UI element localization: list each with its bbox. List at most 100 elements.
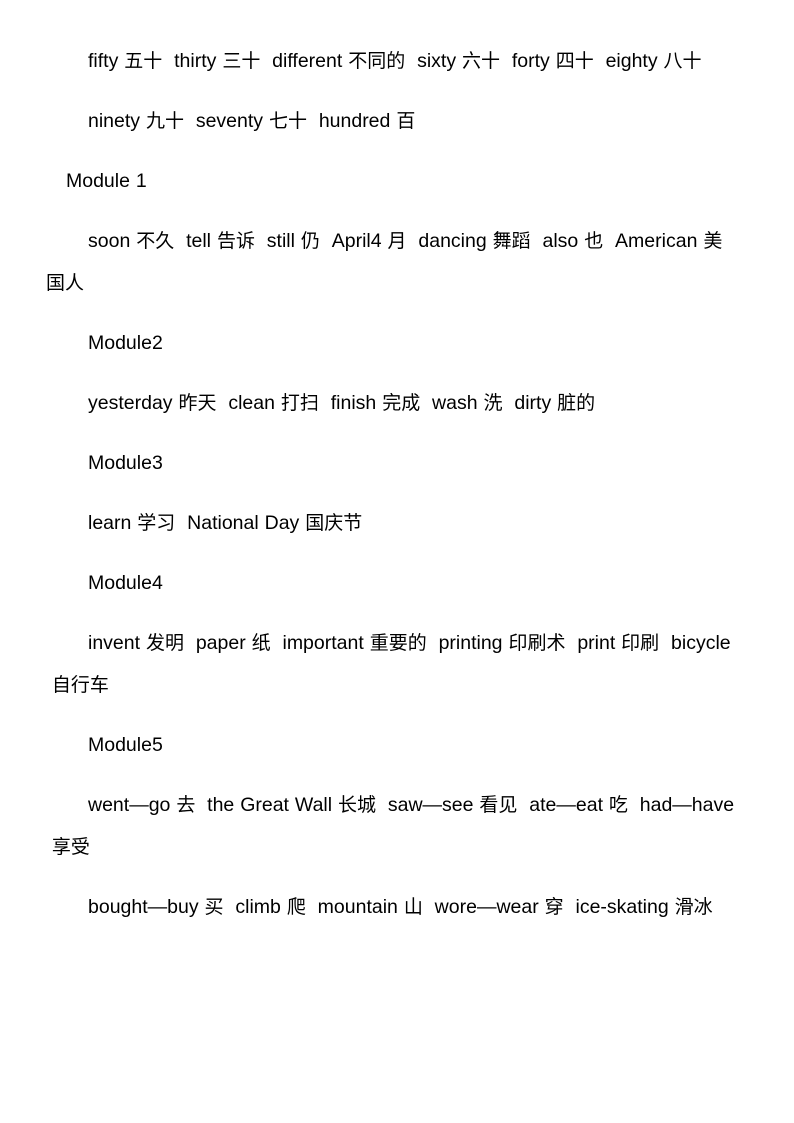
module-heading-3: Module3 — [46, 442, 740, 484]
vocab-entry: seventy 七十 — [196, 110, 307, 132]
vocab-term-en: eighty — [605, 50, 658, 72]
vocab-gloss-zh: 国庆节 — [305, 512, 363, 534]
entry-separator-space — [659, 632, 671, 654]
vocab-entry: also 也 — [542, 230, 603, 252]
vocab-entry: finish 完成 — [331, 392, 420, 414]
vocab-gloss-zh: 去 — [176, 794, 196, 816]
vocab-term-en: still — [266, 230, 295, 252]
vocab-entry: dirty 脏的 — [514, 392, 595, 414]
vocab-gloss-zh: 打扫 — [280, 392, 319, 414]
vocab-term-en: April4 — [331, 230, 382, 252]
vocab-entry: dancing 舞蹈 — [418, 230, 530, 252]
vocab-term-en: clean — [228, 392, 275, 414]
entry-separator-space — [594, 50, 606, 72]
vocab-term-en: ninety — [88, 110, 141, 132]
vocab-term-en: also — [542, 230, 579, 252]
entry-separator-space — [376, 794, 388, 816]
entry-separator-space — [603, 230, 615, 252]
vocab-gloss-zh: 穿 — [544, 896, 564, 918]
entry-separator-space — [184, 632, 196, 654]
vocab-entry: print 印刷 — [577, 632, 659, 654]
vocab-entry: bought—buy 买 — [88, 896, 224, 918]
vocab-entry: important 重要的 — [282, 632, 426, 654]
entry-separator-space — [628, 794, 640, 816]
vocab-gloss-zh: 不同的 — [348, 50, 406, 72]
vocab-entry: wash 洗 — [432, 392, 502, 414]
vocab-entry: yesterday 昨天 — [88, 392, 216, 414]
vocab-gloss-zh: 买 — [204, 896, 224, 918]
vocab-entry: learn 学习 — [88, 512, 175, 534]
vocab-term-en: learn — [88, 512, 132, 534]
vocab-entry: wore—wear 穿 — [435, 896, 564, 918]
vocab-term-en: yesterday — [88, 392, 173, 414]
vocab-gloss-zh: 三十 — [222, 50, 261, 72]
entry-separator-space — [420, 392, 432, 414]
vocab-term-en: had—have — [639, 794, 735, 816]
vocab-gloss-zh: 四十 — [555, 50, 594, 72]
vocab-entry: ninety 九十 — [88, 110, 184, 132]
vocab-gloss-zh: 重要的 — [369, 632, 427, 654]
vocab-module-3: learn 学习 National Day 国庆节 — [46, 502, 740, 544]
vocab-term-en: ice-skating — [575, 896, 669, 918]
vocab-gloss-zh: 印刷术 — [508, 632, 566, 654]
vocab-term-en: went—go — [88, 794, 171, 816]
entry-separator-space — [531, 230, 543, 252]
vocab-gloss-zh: 完成 — [382, 392, 421, 414]
vocab-term-en: important — [282, 632, 364, 654]
entry-separator-space — [517, 794, 529, 816]
module-heading-label: Module5 — [88, 734, 163, 756]
vocab-term-en: wore—wear — [434, 896, 539, 918]
vocab-entry: soon 不久 — [88, 230, 174, 252]
vocab-term-en: National Day — [187, 512, 300, 534]
vocab-module-5-b: bought—buy 买 climb 爬 mountain 山 wore—wea… — [46, 886, 740, 928]
entry-separator-space — [503, 392, 515, 414]
vocab-gloss-zh: 看见 — [479, 794, 518, 816]
vocab-gloss-zh: 吃 — [608, 794, 628, 816]
entry-separator-space — [174, 230, 186, 252]
vocab-module-5-a: went—go 去 the Great Wall 长城 saw—see 看见 a… — [46, 784, 740, 868]
vocab-gloss-zh: 昨天 — [178, 392, 217, 414]
vocab-module-4: invent 发明 paper 纸 important 重要的 printing… — [46, 622, 740, 706]
vocab-term-en: sixty — [417, 50, 457, 72]
vocab-gloss-zh: 仍 — [300, 230, 320, 252]
vocab-term-en: bought—buy — [88, 896, 199, 918]
module-heading-1: Module 1 — [46, 160, 740, 202]
vocab-term-en: seventy — [195, 110, 264, 132]
vocab-term-en: print — [577, 632, 616, 654]
vocab-module-1: soon 不久 tell 告诉 still 仍 April4 月 dancing… — [46, 220, 740, 304]
vocab-gloss-zh: 滑冰 — [674, 896, 713, 918]
vocab-entry: saw—see 看见 — [388, 794, 518, 816]
entry-separator-space — [306, 896, 318, 918]
entry-separator-space — [224, 896, 236, 918]
vocab-term-en: different — [272, 50, 343, 72]
vocab-term-en: the Great Wall — [207, 794, 333, 816]
vocab-entry: National Day 国庆节 — [187, 512, 362, 534]
vocab-gloss-zh: 舞蹈 — [492, 230, 531, 252]
vocab-entry: printing 印刷术 — [439, 632, 566, 654]
vocab-entry: still 仍 — [267, 230, 320, 252]
module-heading-2: Module2 — [46, 322, 740, 364]
vocab-entry: thirty 三十 — [174, 50, 260, 72]
vocab-entry: went—go 去 — [88, 794, 195, 816]
vocab-gloss-zh: 长城 — [338, 794, 377, 816]
entry-separator-space — [255, 230, 267, 252]
vocab-term-en: dancing — [418, 230, 487, 252]
vocab-gloss-zh: 五十 — [124, 50, 163, 72]
vocab-term-en: printing — [438, 632, 503, 654]
vocab-gloss-zh: 印刷 — [621, 632, 660, 654]
entry-separator-space — [500, 50, 512, 72]
vocab-gloss-zh: 脏的 — [557, 392, 596, 414]
vocab-term-en: mountain — [317, 896, 398, 918]
entry-separator-space — [319, 392, 331, 414]
vocab-term-en: invent — [88, 632, 141, 654]
entry-separator-space — [184, 110, 196, 132]
vocab-entry: April4 月 — [332, 230, 407, 252]
vocab-entry: mountain 山 — [318, 896, 423, 918]
vocab-gloss-zh: 爬 — [286, 896, 306, 918]
vocab-entry: ate—eat 吃 — [529, 794, 628, 816]
vocab-entry: invent 发明 — [88, 632, 184, 654]
vocab-entry: climb 爬 — [235, 896, 305, 918]
vocab-entry: eighty 八十 — [606, 50, 702, 72]
module-heading-label: Module 1 — [66, 170, 147, 192]
vocab-term-en: bicycle — [671, 632, 731, 654]
